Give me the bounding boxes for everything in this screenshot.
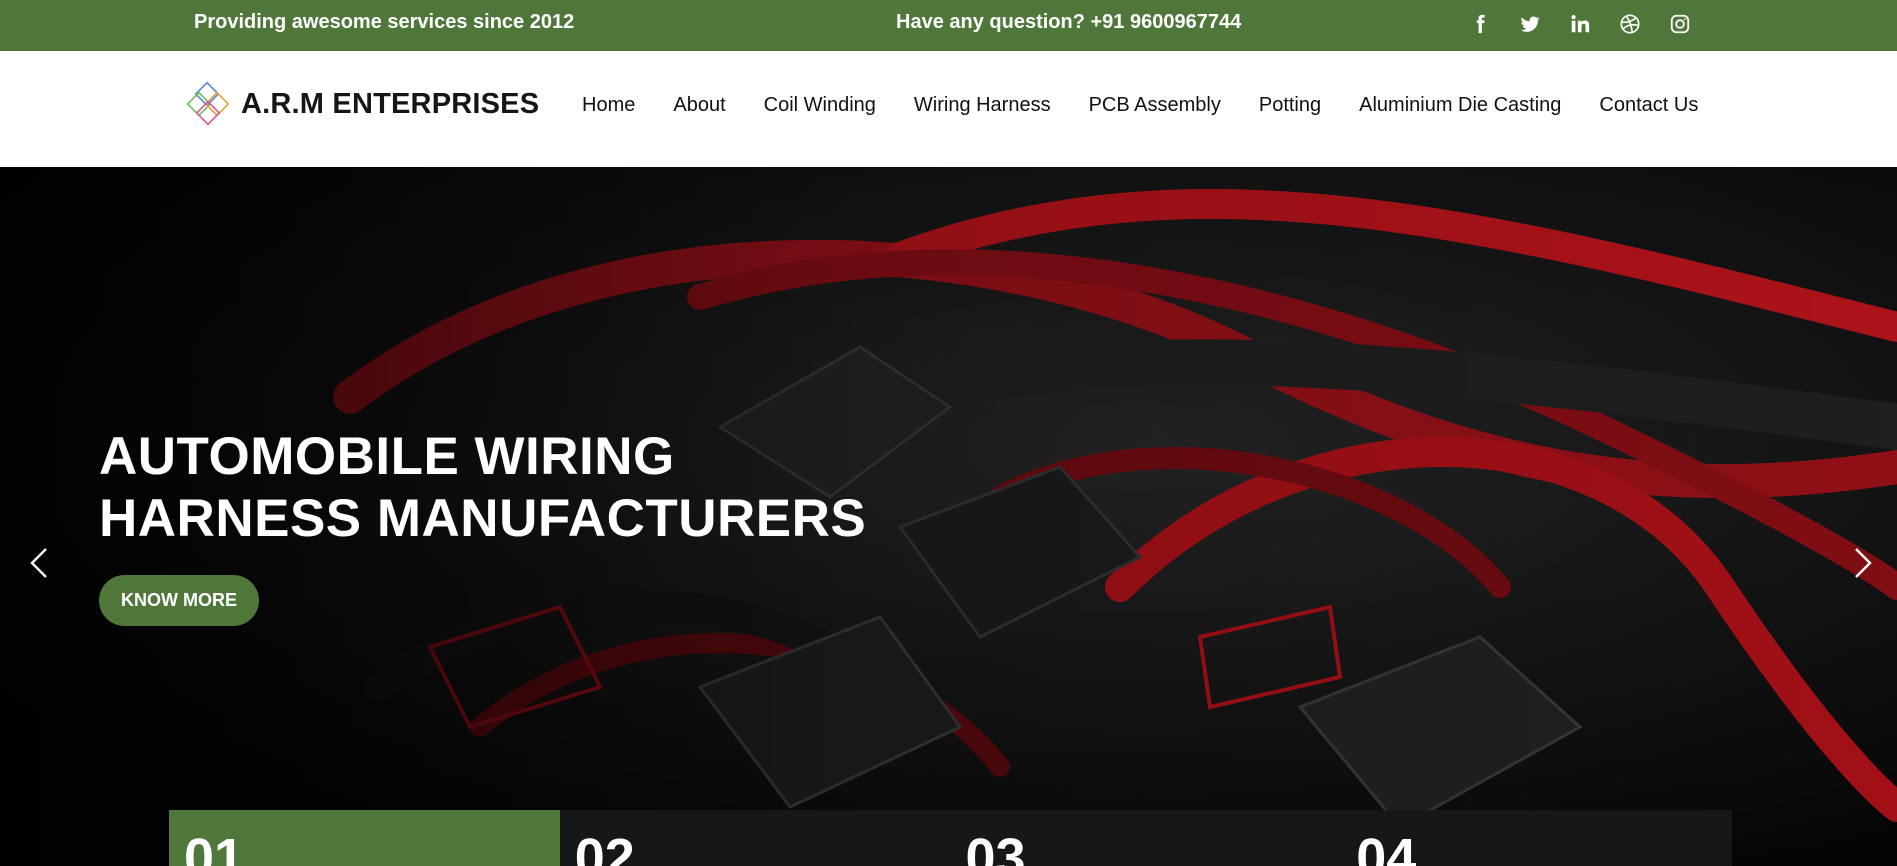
know-more-button[interactable]: KNOW MORE xyxy=(99,575,259,626)
next-slide-arrow-icon[interactable] xyxy=(1848,543,1878,583)
nav-home[interactable]: Home xyxy=(582,94,635,117)
main-nav: Home About Coil Winding Wiring Harness P… xyxy=(582,94,1698,117)
nav-aluminium-die-casting[interactable]: Aluminium Die Casting xyxy=(1359,94,1561,117)
feature-tiles: 01 02 03 04 xyxy=(169,810,1732,866)
tile-number: 02 xyxy=(574,828,635,866)
nav-about[interactable]: About xyxy=(673,94,725,117)
feature-tile-2[interactable]: 02 xyxy=(559,810,951,866)
hero-title-line-2: HARNESS MANUFACTURERS xyxy=(99,489,867,548)
site-header: A.R.M ENTERPRISES Home About Coil Windin… xyxy=(0,51,1897,167)
hero-title-line-1: AUTOMOBILE WIRING xyxy=(99,427,675,486)
tile-number: 04 xyxy=(1356,828,1417,866)
tile-number: 03 xyxy=(965,828,1026,866)
brand-logo[interactable]: A.R.M ENTERPRISES xyxy=(183,78,539,130)
nav-coil-winding[interactable]: Coil Winding xyxy=(764,94,876,117)
instagram-icon[interactable] xyxy=(1668,11,1692,37)
nav-pcb-assembly[interactable]: PCB Assembly xyxy=(1089,94,1221,117)
twitter-icon[interactable] xyxy=(1518,11,1542,37)
facebook-icon[interactable] xyxy=(1468,11,1492,37)
tagline-text: Providing awesome services since 2012 xyxy=(194,11,575,33)
brand-name: A.R.M ENTERPRISES xyxy=(241,87,540,120)
feature-tile-1[interactable]: 01 xyxy=(169,810,560,866)
feature-tile-4[interactable]: 04 xyxy=(1341,810,1732,866)
dribbble-icon[interactable] xyxy=(1618,11,1642,37)
hero-slider: AUTOMOBILE WIRING HARNESS MANUFACTURERS … xyxy=(0,167,1897,866)
tile-number: 01 xyxy=(184,828,245,866)
top-bar: Providing awesome services since 2012 Ha… xyxy=(0,0,1897,51)
contact-question-text[interactable]: Have any question? +91 9600967744 xyxy=(896,11,1241,34)
linkedin-icon[interactable] xyxy=(1568,11,1592,37)
social-links xyxy=(1468,11,1692,37)
feature-tile-3[interactable]: 03 xyxy=(950,810,1342,866)
nav-contact-us[interactable]: Contact Us xyxy=(1599,94,1698,117)
nav-potting[interactable]: Potting xyxy=(1259,94,1321,117)
nav-wiring-harness[interactable]: Wiring Harness xyxy=(914,94,1051,117)
prev-slide-arrow-icon[interactable] xyxy=(24,543,54,583)
hero-title: AUTOMOBILE WIRING HARNESS MANUFACTURERS xyxy=(99,426,866,550)
logo-mark-icon xyxy=(186,81,230,126)
